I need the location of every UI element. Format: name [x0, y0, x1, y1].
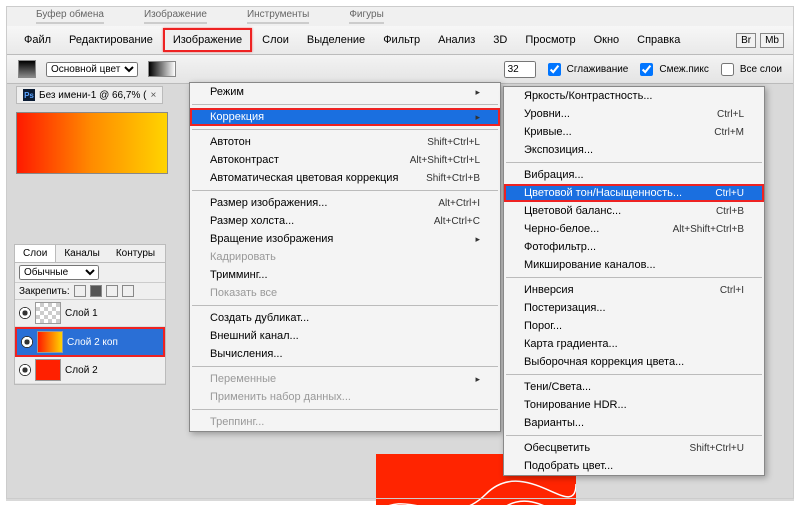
menu-item-mode[interactable]: Режим — [190, 83, 500, 101]
menu-item-trim[interactable]: Тримминг... — [190, 266, 500, 284]
menu-item-gradient-map[interactable]: Карта градиента... — [504, 335, 764, 353]
menu-item-posterize[interactable]: Постеризация... — [504, 299, 764, 317]
layer-name: Слой 2 — [65, 365, 98, 376]
menu-item-autocontrast[interactable]: АвтоконтрастAlt+Shift+Ctrl+L — [190, 151, 500, 169]
tab-paths[interactable]: Контуры — [108, 245, 163, 262]
menu-item-threshold[interactable]: Порог... — [504, 317, 764, 335]
minibridge-button[interactable]: Mb — [760, 33, 784, 48]
lock-position-icon[interactable] — [106, 285, 118, 297]
menu-item-match-color[interactable]: Подобрать цвет... — [504, 457, 764, 475]
menu-item-hue-saturation[interactable]: Цветовой тон/Насыщенность...Ctrl+U — [504, 184, 764, 202]
visibility-icon[interactable] — [19, 307, 31, 319]
blend-mode-select[interactable]: Обычные — [19, 265, 99, 280]
menu-window[interactable]: Окно — [586, 30, 628, 50]
menu-item-variations[interactable]: Варианты... — [504, 414, 764, 432]
swatch-icon[interactable] — [148, 61, 176, 77]
menu-item-trap: Треппинг... — [190, 413, 500, 431]
layers-panel: Слои Каналы Контуры Обычные Закрепить: С… — [14, 244, 166, 385]
menu-item-black-white[interactable]: Черно-белое...Alt+Shift+Ctrl+B — [504, 220, 764, 238]
contiguous-checkbox[interactable]: Смеж.пикс — [636, 60, 709, 79]
menu-item-brightness-contrast[interactable]: Яркость/Контрастность... — [504, 87, 764, 105]
visibility-icon[interactable] — [19, 364, 31, 376]
menu-item-crop: Кадрировать — [190, 248, 500, 266]
menu-item-autotone[interactable]: АвтотонShift+Ctrl+L — [190, 133, 500, 151]
menu-select[interactable]: Выделение — [299, 30, 373, 50]
menu-item-shadows-highlights[interactable]: Тени/Света... — [504, 378, 764, 396]
menu-item-invert[interactable]: ИнверсияCtrl+I — [504, 281, 764, 299]
layer-row-1[interactable]: Слой 1 — [15, 300, 165, 327]
lock-label: Закрепить: — [19, 286, 70, 297]
menu-filter[interactable]: Фильтр — [375, 30, 428, 50]
menu-item-autocolor[interactable]: Автоматическая цветовая коррекцияShift+C… — [190, 169, 500, 187]
layer-row-3[interactable]: Слой 2 — [15, 357, 165, 384]
menu-item-levels[interactable]: Уровни...Ctrl+L — [504, 105, 764, 123]
document-title: Без имени-1 @ 66,7% ( — [39, 90, 146, 101]
menu-layer[interactable]: Слои — [254, 30, 297, 50]
options-bar: Основной цвет Сглаживание Смеж.пикс Все … — [6, 55, 794, 84]
layer-thumb — [35, 359, 61, 381]
menu-item-canvas-size[interactable]: Размер холста...Alt+Ctrl+C — [190, 212, 500, 230]
ps-icon: Ps — [23, 89, 35, 101]
tab-shapes[interactable]: Фигуры — [349, 9, 383, 24]
bridge-button[interactable]: Br — [736, 33, 756, 48]
layer-thumb — [35, 302, 61, 324]
menu-item-apply-dataset: Применить набор данных... — [190, 388, 500, 406]
gradient-swatch[interactable] — [18, 60, 36, 78]
menu-item-selective-color[interactable]: Выборочная коррекция цвета... — [504, 353, 764, 371]
layer-name: Слой 2 коп — [67, 337, 118, 348]
menu-view[interactable]: Просмотр — [517, 30, 583, 50]
menu-item-color-balance[interactable]: Цветовой баланс...Ctrl+B — [504, 202, 764, 220]
all-layers-checkbox[interactable]: Все слои — [717, 60, 782, 79]
tolerance-input[interactable] — [504, 61, 536, 78]
document-tab[interactable]: Ps Без имени-1 @ 66,7% ( × — [16, 86, 163, 104]
menu-item-rotate[interactable]: Вращение изображения — [190, 230, 500, 248]
mode-select[interactable]: Основной цвет — [46, 62, 138, 77]
menu-analysis[interactable]: Анализ — [430, 30, 483, 50]
menu-edit[interactable]: Редактирование — [61, 30, 161, 50]
tab-tools[interactable]: Инструменты — [247, 9, 309, 24]
menu-item-hdr-toning[interactable]: Тонирование HDR... — [504, 396, 764, 414]
menu-item-channel-mixer[interactable]: Микширование каналов... — [504, 256, 764, 274]
tab-clipboard[interactable]: Буфер обмена — [36, 9, 104, 24]
layer-row-2-selected[interactable]: Слой 2 коп — [15, 327, 165, 357]
menu-item-vibrance[interactable]: Вибрация... — [504, 166, 764, 184]
antialias-checkbox[interactable]: Сглаживание — [544, 60, 629, 79]
tab-image[interactable]: Изображение — [144, 9, 207, 24]
layer-name: Слой 1 — [65, 308, 98, 319]
image-menu-dropdown: Режим Коррекция АвтотонShift+Ctrl+L Авто… — [189, 82, 501, 432]
menu-item-photo-filter[interactable]: Фотофильтр... — [504, 238, 764, 256]
document-canvas[interactable] — [16, 112, 168, 174]
menu-3d[interactable]: 3D — [485, 30, 515, 50]
tab-channels[interactable]: Каналы — [56, 245, 108, 262]
lock-all-icon[interactable] — [122, 285, 134, 297]
tab-layers[interactable]: Слои — [15, 245, 56, 262]
menu-item-apply-image[interactable]: Внешний канал... — [190, 327, 500, 345]
menu-help[interactable]: Справка — [629, 30, 688, 50]
app-tab-bar: Буфер обмена Изображение Инструменты Фиг… — [6, 6, 794, 26]
menu-item-calculations[interactable]: Вычисления... — [190, 345, 500, 363]
layer-thumb — [37, 331, 63, 353]
menu-item-reveal-all: Показать все — [190, 284, 500, 302]
close-icon[interactable]: × — [150, 90, 156, 101]
menu-file[interactable]: Файл — [16, 30, 59, 50]
menu-image[interactable]: Изображение — [163, 28, 252, 52]
menu-item-exposure[interactable]: Экспозиция... — [504, 141, 764, 159]
lock-pixels-icon[interactable] — [90, 285, 102, 297]
menu-item-adjustments[interactable]: Коррекция — [190, 108, 500, 126]
menu-item-variables: Переменные — [190, 370, 500, 388]
menu-item-image-size[interactable]: Размер изображения...Alt+Ctrl+I — [190, 194, 500, 212]
menu-item-desaturate[interactable]: ОбесцветитьShift+Ctrl+U — [504, 439, 764, 457]
menu-item-duplicate[interactable]: Создать дубликат... — [190, 309, 500, 327]
lock-transparency-icon[interactable] — [74, 285, 86, 297]
menu-item-curves[interactable]: Кривые...Ctrl+M — [504, 123, 764, 141]
adjustments-submenu: Яркость/Контрастность... Уровни...Ctrl+L… — [503, 86, 765, 476]
visibility-icon[interactable] — [21, 336, 33, 348]
main-menu-bar: Файл Редактирование Изображение Слои Выд… — [6, 26, 794, 55]
